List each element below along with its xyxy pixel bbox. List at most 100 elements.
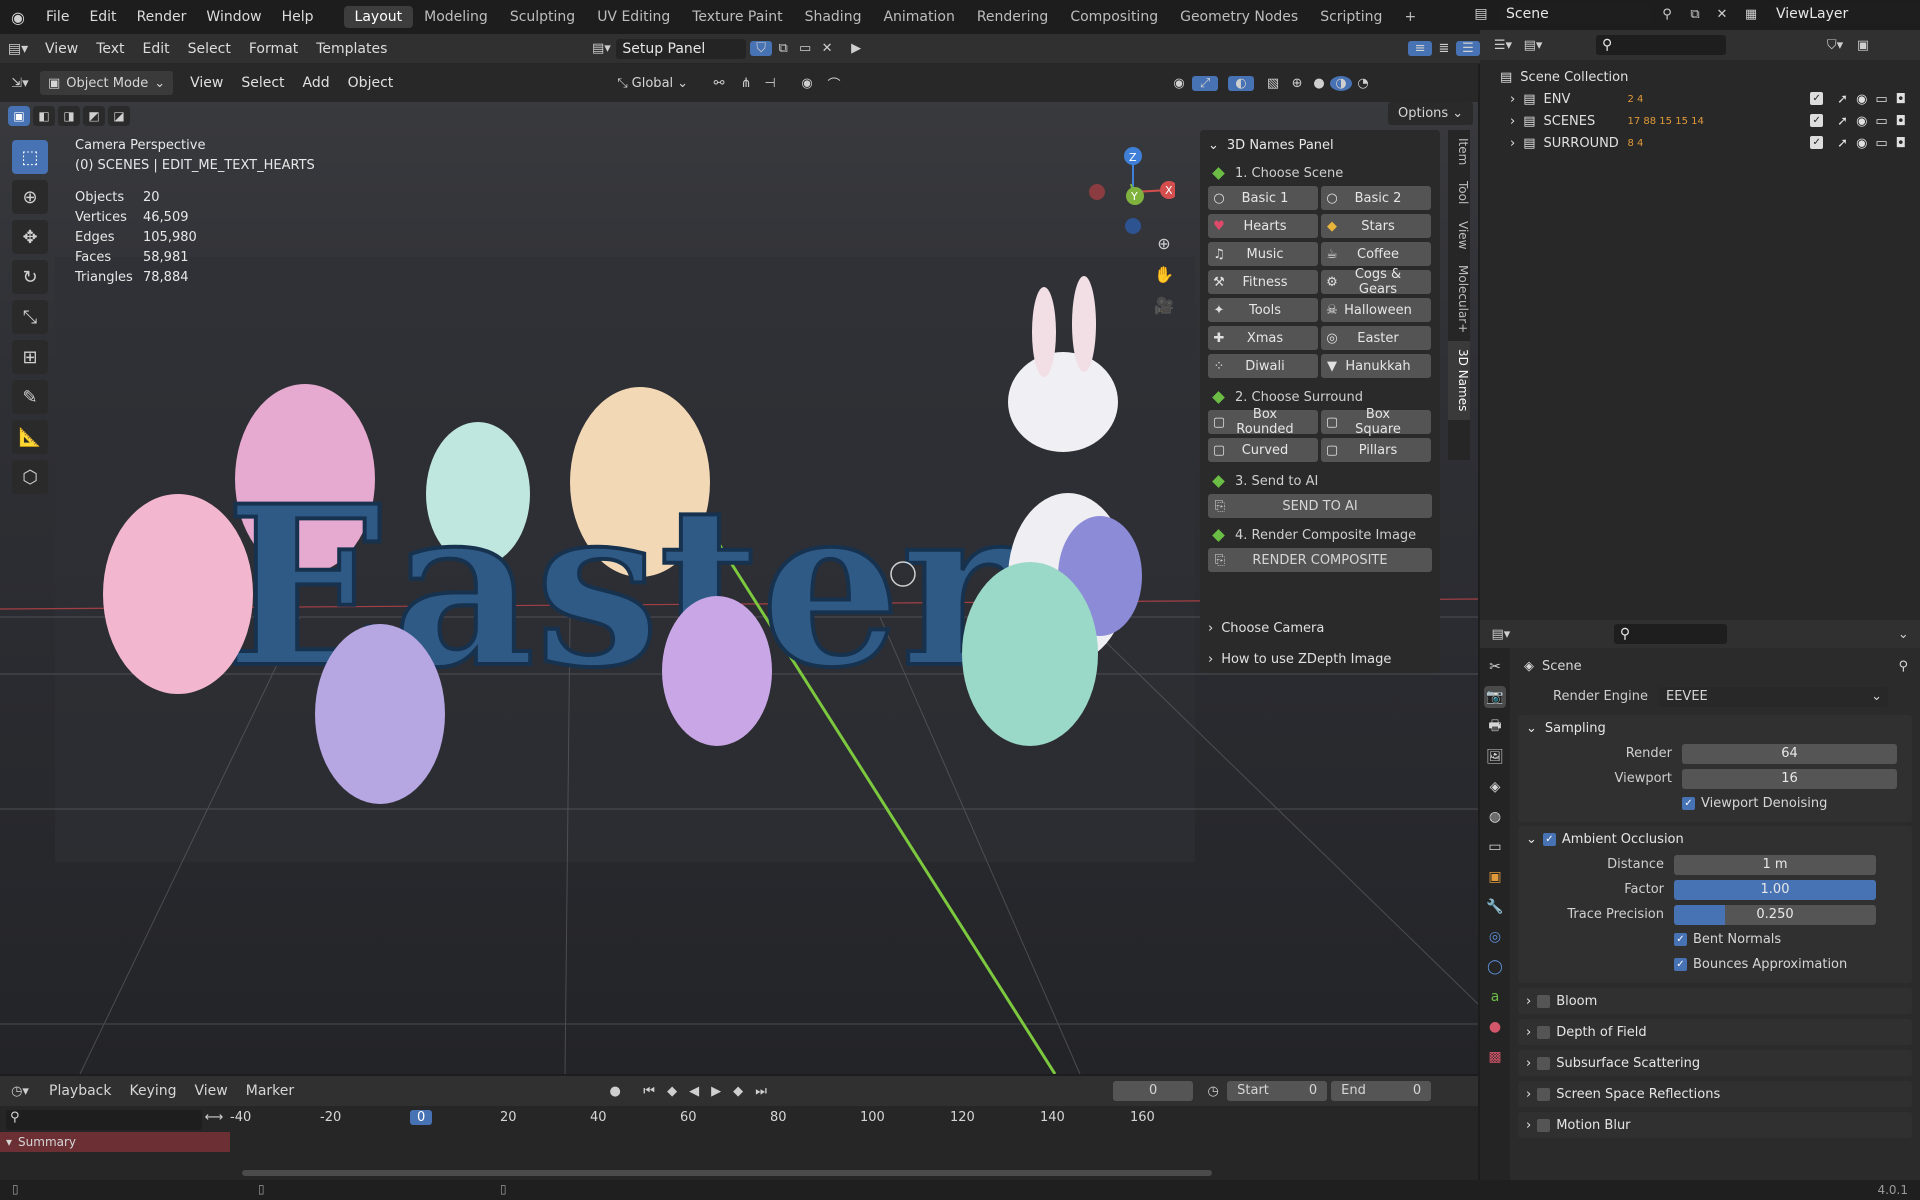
measure-icon[interactable]: 📐 bbox=[12, 420, 48, 454]
add-cube-icon[interactable]: ⬡ bbox=[12, 460, 48, 494]
monitor-icon[interactable]: ▭ bbox=[1875, 136, 1887, 151]
tab-view[interactable]: View bbox=[1448, 213, 1470, 257]
snap-icon[interactable]: ⋔ bbox=[734, 76, 758, 91]
tab-tool[interactable]: Tool bbox=[1448, 173, 1470, 212]
open-text-icon[interactable]: ▭ bbox=[794, 41, 816, 56]
select-arrow-icon[interactable]: ➚ bbox=[1837, 136, 1848, 151]
text-menu-format[interactable]: Format bbox=[240, 41, 307, 57]
select-box-icon[interactable]: ⬚ bbox=[12, 140, 48, 174]
chevron-down-icon[interactable]: ⌄ bbox=[1895, 627, 1912, 642]
object-tab-icon[interactable]: ▣ bbox=[1484, 866, 1506, 888]
panel-subsurface-scattering[interactable]: › Subsurface Scattering bbox=[1518, 1050, 1912, 1076]
xray-icon[interactable]: ▧ bbox=[1260, 76, 1286, 91]
material-shading-icon[interactable]: ◑ bbox=[1330, 75, 1353, 91]
annotate-icon[interactable]: ✎ bbox=[12, 380, 48, 414]
proportional-edit-icon[interactable]: ◉ bbox=[792, 76, 822, 91]
eye-icon[interactable]: ◉ bbox=[1856, 92, 1867, 107]
text-menu-edit[interactable]: Edit bbox=[134, 41, 179, 57]
text-menu-view[interactable]: View bbox=[36, 41, 87, 57]
menu-file[interactable]: File bbox=[36, 9, 79, 25]
modifier-tab-icon[interactable]: 🔧 bbox=[1484, 896, 1506, 918]
outliner-type-icon[interactable]: ☰▾ bbox=[1488, 38, 1518, 53]
scene-button-stars[interactable]: ◆ Stars bbox=[1321, 214, 1431, 238]
vp-menu-object[interactable]: Object bbox=[339, 75, 403, 91]
vp-menu-view[interactable]: View bbox=[181, 75, 232, 91]
checkbox-unchecked-icon[interactable] bbox=[1537, 994, 1551, 1008]
rendered-shading-icon[interactable]: ◔ bbox=[1352, 76, 1374, 91]
trace-precision-slider[interactable]: 0.250 bbox=[1674, 904, 1876, 925]
new-text-icon[interactable]: ⧉ bbox=[772, 41, 794, 56]
panel-header[interactable]: ⌄ 3D Names Panel bbox=[1200, 130, 1440, 160]
tab-scripting[interactable]: Scripting bbox=[1309, 6, 1393, 28]
panel-header[interactable]: › Subsurface Scattering bbox=[1518, 1050, 1912, 1076]
blender-logo-icon[interactable]: ◉ bbox=[0, 8, 36, 27]
swap-arrows-icon[interactable]: ⟷ bbox=[204, 1110, 224, 1125]
outliner-row-surround[interactable]: › ▤ SURROUND 8 4 ✓ ➚ ◉ ▭ ◘ bbox=[1480, 132, 1920, 154]
tab-uv-editing[interactable]: UV Editing bbox=[586, 6, 681, 28]
checkbox-unchecked-icon[interactable] bbox=[1537, 1025, 1551, 1039]
distance-field[interactable]: 1 m bbox=[1674, 854, 1876, 875]
surround-button-curved[interactable]: ▢ Curved bbox=[1208, 438, 1318, 462]
display-mode-icon[interactable]: ▤▾ bbox=[1518, 38, 1548, 53]
ao-header[interactable]: ⌄ ✓ Ambient Occlusion bbox=[1518, 826, 1912, 852]
camera-icon[interactable]: ◘ bbox=[1896, 92, 1906, 107]
prev-keyframe-icon[interactable]: ◆ bbox=[661, 1084, 683, 1099]
tab-compositing[interactable]: Compositing bbox=[1059, 6, 1169, 28]
line-numbers-icon[interactable]: ≡ bbox=[1408, 41, 1433, 56]
text-menu-text[interactable]: Text bbox=[87, 41, 133, 57]
checkbox-checked-icon[interactable]: ✓ bbox=[1810, 135, 1824, 149]
word-wrap-icon[interactable]: ≣ bbox=[1432, 41, 1456, 56]
text-menu-select[interactable]: Select bbox=[179, 41, 240, 57]
send-to-ai-button[interactable]: ⎘ SEND TO AI bbox=[1208, 494, 1432, 518]
checkbox-checked-icon[interactable]: ✓ bbox=[1810, 113, 1824, 127]
surround-button-pillars[interactable]: ▢ Pillars bbox=[1321, 438, 1431, 462]
bent-normals-row[interactable]: ✓ Bent Normals bbox=[1518, 927, 1912, 952]
viewport-samples-field[interactable]: 16 bbox=[1682, 768, 1897, 789]
surround-button-box-square[interactable]: ▢ Box Square bbox=[1321, 407, 1431, 437]
tab-rendering[interactable]: Rendering bbox=[966, 6, 1060, 28]
menu-help[interactable]: Help bbox=[272, 9, 324, 25]
text-datablock-icon[interactable]: ▤▾ bbox=[586, 41, 616, 56]
checkbox-unchecked-icon[interactable] bbox=[1537, 1056, 1551, 1070]
scene-button-xmas[interactable]: ✚ Xmas bbox=[1208, 326, 1318, 350]
checkbox-checked-icon[interactable]: ✓ bbox=[1682, 797, 1695, 810]
scene-button-tools[interactable]: ✦ Tools bbox=[1208, 298, 1318, 322]
denoise-row[interactable]: ✓ Viewport Denoising bbox=[1518, 791, 1912, 816]
panel-screen-space-reflections[interactable]: › Screen Space Reflections bbox=[1518, 1081, 1912, 1107]
scale-icon[interactable]: ⤡ bbox=[12, 300, 48, 334]
run-script-icon[interactable]: ▶ bbox=[844, 41, 868, 56]
select-new-icon[interactable]: ▣ bbox=[8, 106, 30, 126]
texture-tab-icon[interactable]: ▩ bbox=[1484, 1046, 1506, 1068]
frame-ruler[interactable]: -40 -20 0 20 40 60 80 100 120 140 160 bbox=[230, 1110, 1220, 1130]
collection-tab-icon[interactable]: ▭ bbox=[1484, 836, 1506, 858]
view-layer-field[interactable]: ViewLayer bbox=[1770, 4, 1920, 24]
scene-button-halloween[interactable]: ☠ Halloween bbox=[1321, 298, 1431, 322]
menu-window[interactable]: Window bbox=[196, 9, 271, 25]
eye-icon[interactable]: ◉ bbox=[1856, 114, 1867, 129]
navigation-gizmo[interactable]: Z X Y bbox=[1085, 138, 1175, 238]
choose-camera-panel[interactable]: › Choose Camera bbox=[1200, 614, 1440, 642]
pan-hand-icon[interactable]: ✋ bbox=[1150, 265, 1178, 284]
tl-menu-keying[interactable]: Keying bbox=[120, 1083, 185, 1099]
play-reverse-icon[interactable]: ◀ bbox=[683, 1084, 705, 1099]
tab-layout[interactable]: Layout bbox=[343, 6, 414, 28]
panel-header[interactable]: › Motion Blur bbox=[1518, 1112, 1912, 1138]
scene-button-diwali[interactable]: ⁘ Diwali bbox=[1208, 354, 1318, 378]
monitor-icon[interactable]: ▭ bbox=[1875, 114, 1887, 129]
panel-header[interactable]: › Depth of Field bbox=[1518, 1019, 1912, 1045]
play-icon[interactable]: ▶ bbox=[705, 1084, 727, 1099]
vp-menu-add[interactable]: Add bbox=[294, 75, 339, 91]
world-tab-icon[interactable]: ◍ bbox=[1484, 806, 1506, 828]
scene-button-hanukkah[interactable]: ▼ Hanukkah bbox=[1321, 354, 1431, 378]
timeline-body[interactable]: ⚲ ⟷ -40 -20 0 20 40 60 80 100 120 140 160 ▾ Summary bbox=[0, 1106, 1478, 1180]
tl-menu-view[interactable]: View bbox=[186, 1083, 237, 1099]
render-composite-button[interactable]: ⎘ RENDER COMPOSITE bbox=[1208, 548, 1432, 572]
tab-shading[interactable]: Shading bbox=[794, 6, 873, 28]
scene-button-easter[interactable]: ◎ Easter bbox=[1321, 326, 1431, 350]
surround-button-box-rounded[interactable]: ▢ Box Rounded bbox=[1208, 407, 1318, 437]
visibility-icon[interactable]: ◉ bbox=[1166, 76, 1192, 91]
overlays-icon[interactable]: ◐ bbox=[1228, 75, 1255, 91]
select-invert-icon[interactable]: ◩ bbox=[83, 106, 105, 126]
outliner-row-scenes[interactable]: › ▤ SCENES 17 88 15 15 14 ✓ ➚ ◉ ▭ ◘ bbox=[1480, 110, 1920, 132]
render-engine-dropdown[interactable]: EEVEE ⌄ bbox=[1658, 686, 1888, 707]
